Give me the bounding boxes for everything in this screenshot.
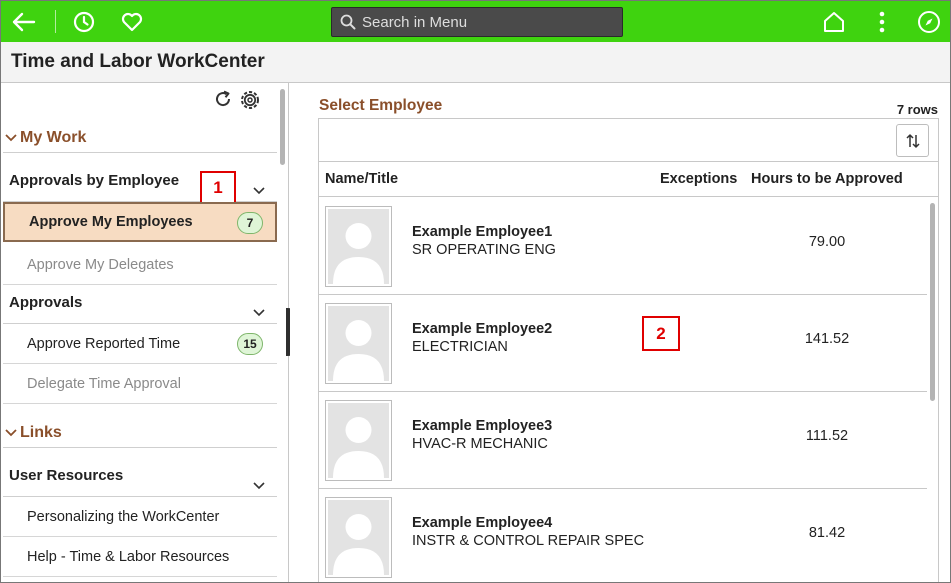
table-row[interactable]: Example Employee1 SR OPERATING ENG 79.00: [319, 198, 927, 295]
table-row[interactable]: Example Employee2 ELECTRICIAN 141.52: [319, 295, 927, 392]
section-heading: Links: [20, 423, 62, 441]
employee-photo: [325, 497, 392, 578]
employee-grid: Name/Title Exceptions Hours to be Approv…: [318, 118, 939, 582]
sidebar-item-label: Personalizing the WorkCenter: [27, 508, 220, 525]
employee-title: SR OPERATING ENG: [412, 242, 556, 258]
search-icon: [340, 14, 356, 30]
employee-photo: [325, 206, 392, 287]
menu-search-input[interactable]: Search in Menu: [331, 7, 623, 37]
sidebar-scrollbar[interactable]: [280, 89, 285, 165]
sort-icon: [905, 133, 920, 148]
workcenter-sidebar: My Work Approvals by Employee 1 Approve …: [1, 83, 289, 582]
hours-to-approve: 111.52: [805, 428, 849, 444]
sidebar-item-label: Approve My Employees: [29, 214, 193, 230]
chevron-down-icon: [253, 477, 265, 494]
grid-scrollbar[interactable]: [930, 203, 935, 401]
chevron-down-icon: [3, 428, 19, 437]
toolbar-separator: [55, 10, 56, 33]
callout-2: 2: [642, 316, 680, 351]
group-label: Approvals by Employee: [9, 172, 180, 189]
section-heading: My Work: [20, 128, 87, 146]
chevron-down-icon: [253, 304, 265, 321]
more-vertical-icon[interactable]: [869, 9, 895, 35]
chevron-down-icon: [253, 182, 265, 199]
employee-photo: [325, 303, 392, 384]
back-arrow-icon[interactable]: [11, 9, 37, 35]
column-header-name[interactable]: Name/Title: [325, 171, 398, 187]
employee-photo: [325, 400, 392, 481]
row-count: 7 rows: [896, 102, 938, 117]
page-title-bar: Time and Labor WorkCenter: [1, 42, 950, 83]
employee-title: INSTR & CONTROL REPAIR SPEC: [412, 533, 645, 549]
sidebar-item-delegate-time-approval[interactable]: Delegate Time Approval: [3, 364, 277, 404]
column-header-exceptions[interactable]: Exceptions: [660, 171, 737, 187]
chevron-down-icon: [3, 133, 19, 142]
sidebar-item-label: Approve My Delegates: [27, 256, 174, 273]
gear-icon[interactable]: [239, 89, 261, 111]
sort-button[interactable]: [896, 124, 929, 157]
column-header-hours[interactable]: Hours to be Approved: [751, 171, 903, 187]
sidebar-item-label: Approve Reported Time: [27, 335, 181, 352]
group-approvals[interactable]: Approvals: [3, 284, 277, 324]
search-placeholder: Search in Menu: [362, 13, 468, 31]
hours-to-approve: 141.52: [804, 331, 850, 347]
clock-icon[interactable]: [71, 9, 97, 35]
grid-toolbar: [319, 119, 938, 162]
callout-1: 1: [200, 171, 236, 205]
grid-header: Name/Title Exceptions Hours to be Approv…: [319, 162, 938, 197]
sidebar-item-approve-my-delegates[interactable]: Approve My Delegates: [3, 245, 277, 285]
count-badge: 7: [237, 212, 263, 234]
home-icon[interactable]: [821, 9, 847, 35]
sidebar-item-label: Delegate Time Approval: [27, 375, 181, 392]
sidebar-link-help-time-labor[interactable]: Help - Time & Labor Resources: [3, 537, 277, 577]
select-employee-pane: Select Employee 7 rows Name/Title Except…: [290, 83, 950, 582]
sidebar-item-label: Help - Time & Labor Resources: [27, 548, 230, 565]
sidebar-item-approve-reported-time[interactable]: Approve Reported Time 15: [3, 324, 277, 364]
hours-to-approve: 79.00: [808, 234, 846, 250]
sidebar-tools: [213, 89, 261, 111]
group-user-resources[interactable]: User Resources: [3, 457, 277, 497]
heart-icon[interactable]: [119, 9, 145, 35]
hours-to-approve: 81.42: [808, 525, 846, 541]
workcenter-page: Search in Menu Time and Labor WorkCenter…: [0, 0, 951, 583]
employee-name: Example Employee1: [412, 224, 553, 240]
compass-icon[interactable]: [916, 9, 942, 35]
sidebar-item-approve-my-employees[interactable]: Approve My Employees 7: [3, 202, 277, 242]
top-navigation-bar: Search in Menu: [1, 1, 950, 42]
section-links[interactable]: Links: [3, 418, 277, 448]
group-label: User Resources: [9, 467, 124, 484]
refresh-icon[interactable]: [213, 89, 233, 109]
pane-title: Select Employee: [319, 97, 443, 114]
employee-title: ELECTRICIAN: [412, 339, 508, 355]
table-row[interactable]: Example Employee3 HVAC-R MECHANIC 111.52: [319, 392, 927, 489]
sidebar-link-personalizing-workcenter[interactable]: Personalizing the WorkCenter: [3, 497, 277, 537]
group-label: Approvals: [9, 294, 83, 311]
employee-name: Example Employee2: [412, 321, 553, 337]
employee-name: Example Employee3: [412, 418, 553, 434]
page-title: Time and Labor WorkCenter: [11, 51, 265, 72]
table-row[interactable]: Example Employee4 INSTR & CONTROL REPAIR…: [319, 489, 927, 582]
employee-name: Example Employee4: [412, 515, 553, 531]
section-my-work[interactable]: My Work: [3, 123, 277, 153]
employee-title: HVAC-R MECHANIC: [412, 436, 548, 452]
count-badge: 15: [237, 333, 263, 355]
